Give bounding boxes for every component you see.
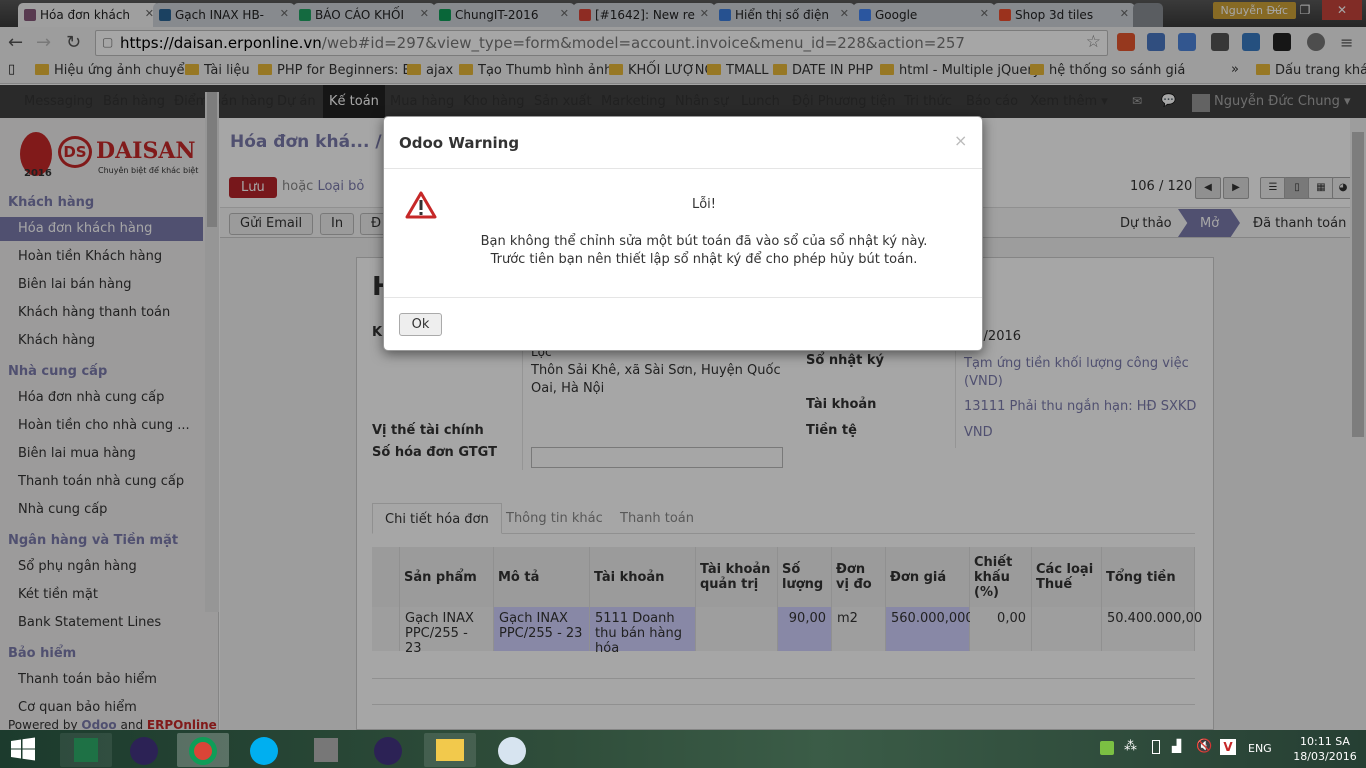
error-message-line2: Trước tiên bạn nên thiết lập sổ nhật ký …	[490, 252, 918, 267]
tray-app-icon[interactable]	[1100, 741, 1114, 755]
volume-icon[interactable]: 🔇	[1196, 739, 1212, 754]
unikey-icon[interactable]: V	[1220, 739, 1236, 755]
start-icon[interactable]	[10, 737, 36, 761]
tray-network-share-icon[interactable]: ⁂	[1124, 739, 1137, 754]
dialog-divider	[384, 168, 982, 169]
paint-icon[interactable]	[486, 733, 538, 767]
language-indicator[interactable]: ENG	[1248, 742, 1272, 755]
system-clock[interactable]: 10:11 SA 18/03/2016	[1290, 734, 1360, 764]
excel-icon[interactable]	[60, 733, 112, 767]
ok-button[interactable]: Ok	[399, 313, 442, 336]
signal-icon[interactable]: ▟	[1172, 739, 1181, 753]
error-message-line1: Bạn không thể chỉnh sửa một bút toán đã …	[480, 234, 928, 249]
warning-dialog: Odoo Warning × Lỗi! Bạn không thể chỉnh …	[383, 116, 983, 351]
skype-icon[interactable]	[238, 733, 290, 767]
close-icon[interactable]: ×	[954, 131, 967, 150]
dialog-footer-divider	[384, 297, 982, 298]
eclipse-2-icon[interactable]	[362, 733, 414, 767]
eclipse-icon[interactable]	[118, 733, 170, 767]
chrome-icon[interactable]	[177, 733, 229, 767]
error-heading: Lỗi!	[691, 197, 717, 212]
lock-app-icon[interactable]	[300, 733, 352, 767]
file-explorer-icon[interactable]	[424, 733, 476, 767]
modal-backdrop[interactable]	[0, 0, 1366, 730]
battery-icon[interactable]	[1152, 740, 1160, 754]
dialog-title: Odoo Warning	[399, 134, 520, 152]
